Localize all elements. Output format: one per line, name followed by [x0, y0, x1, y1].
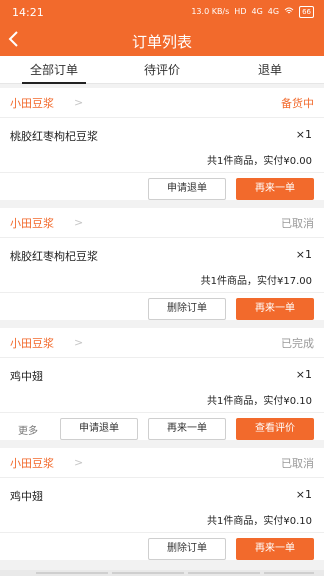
- product-name: 鸡中翅: [10, 490, 43, 503]
- shop-name: 小田豆浆: [10, 337, 54, 350]
- signal-4g-icon: 4G: [251, 7, 263, 16]
- shop-row[interactable]: 小田豆浆 > 已取消: [0, 448, 324, 478]
- product-quantity: ×1: [295, 488, 312, 501]
- scroll-segment: [188, 572, 260, 574]
- order-summary: 共1件商品，实付¥0.10: [207, 516, 312, 527]
- chevron-right-icon: >: [74, 96, 84, 109]
- order-summary: 共1件商品，实付¥17.00: [200, 276, 312, 287]
- delete-order-button[interactable]: 删除订单: [148, 298, 226, 320]
- wifi-icon: [284, 7, 294, 18]
- more-actions-link[interactable]: 更多: [18, 422, 38, 437]
- tab-all-orders[interactable]: 全部订单: [0, 56, 108, 84]
- reorder-button[interactable]: 再来一单: [148, 418, 226, 440]
- order-status: 备货中: [281, 97, 314, 110]
- order-tabs: 全部订单 待评价 退单: [0, 56, 324, 84]
- shop-name: 小田豆浆: [10, 457, 54, 470]
- status-time: 14:21: [12, 6, 44, 19]
- order-actions: 删除订单 再来一单: [0, 532, 324, 560]
- scroll-segment: [36, 572, 108, 574]
- hd-icon: HD: [234, 7, 247, 16]
- active-tab-indicator: [22, 82, 86, 84]
- view-review-button[interactable]: 查看评价: [236, 418, 314, 440]
- order-status: 已取消: [281, 217, 314, 230]
- chevron-right-icon: >: [74, 456, 84, 469]
- product-name: 桃胶红枣枸杞豆浆: [10, 250, 98, 263]
- order-card[interactable]: 小田豆浆 > 已取消 桃胶红枣枸杞豆浆 ×1 共1件商品，实付¥17.00 删除…: [0, 208, 324, 320]
- product-quantity: ×1: [295, 248, 312, 261]
- scroll-segment: [112, 572, 184, 574]
- battery-icon: 66: [299, 6, 314, 18]
- request-refund-button[interactable]: 申请退单: [60, 418, 138, 440]
- product-quantity: ×1: [295, 128, 312, 141]
- page-title: 订单列表: [131, 33, 192, 51]
- reorder-button[interactable]: 再来一单: [236, 178, 314, 200]
- network-speed: 13.0 KB/s: [191, 7, 230, 16]
- order-actions: 删除订单 再来一单: [0, 292, 324, 320]
- order-actions: 更多 申请退单 再来一单 查看评价: [0, 412, 324, 440]
- reorder-button[interactable]: 再来一单: [236, 538, 314, 560]
- shop-row[interactable]: 小田豆浆 > 已取消: [0, 208, 324, 238]
- chevron-right-icon: >: [74, 336, 84, 349]
- order-status: 已取消: [281, 457, 314, 470]
- order-card[interactable]: 小田豆浆 > 备货中 桃胶红枣枸杞豆浆 ×1 共1件商品，实付¥0.00 申请退…: [0, 88, 324, 200]
- scroll-indicator: [0, 570, 324, 576]
- order-status: 已完成: [281, 337, 314, 350]
- order-actions: 申请退单 再来一单: [0, 172, 324, 200]
- shop-row[interactable]: 小田豆浆 > 已完成: [0, 328, 324, 358]
- status-icons: 13.0 KB/s HD 4G 4G 66: [191, 6, 314, 18]
- status-bar: 14:21 13.0 KB/s HD 4G 4G 66: [0, 0, 324, 26]
- request-refund-button[interactable]: 申请退单: [148, 178, 226, 200]
- product-quantity: ×1: [295, 368, 312, 381]
- app-header: 14:21 13.0 KB/s HD 4G 4G 66 订单列表: [0, 0, 324, 56]
- chevron-right-icon: >: [74, 216, 84, 229]
- order-summary: 共1件商品，实付¥0.10: [207, 396, 312, 407]
- shop-row[interactable]: 小田豆浆 > 备货中: [0, 88, 324, 118]
- delete-order-button[interactable]: 删除订单: [148, 538, 226, 560]
- product-name: 桃胶红枣枸杞豆浆: [10, 130, 98, 143]
- tab-refund[interactable]: 退单: [216, 56, 324, 84]
- reorder-button[interactable]: 再来一单: [236, 298, 314, 320]
- scroll-segment: [264, 572, 314, 574]
- signal-4g-icon-2: 4G: [267, 7, 280, 16]
- order-card[interactable]: 小田豆浆 > 已取消 鸡中翅 ×1 共1件商品，实付¥0.10 删除订单 再来一…: [0, 448, 324, 560]
- product-name: 鸡中翅: [10, 370, 43, 383]
- tab-pending-review[interactable]: 待评价: [108, 56, 216, 84]
- order-summary: 共1件商品，实付¥0.00: [207, 156, 312, 167]
- order-card[interactable]: 小田豆浆 > 已完成 鸡中翅 ×1 共1件商品，实付¥0.10 更多 申请退单 …: [0, 328, 324, 440]
- shop-name: 小田豆浆: [10, 97, 54, 110]
- shop-name: 小田豆浆: [10, 217, 54, 230]
